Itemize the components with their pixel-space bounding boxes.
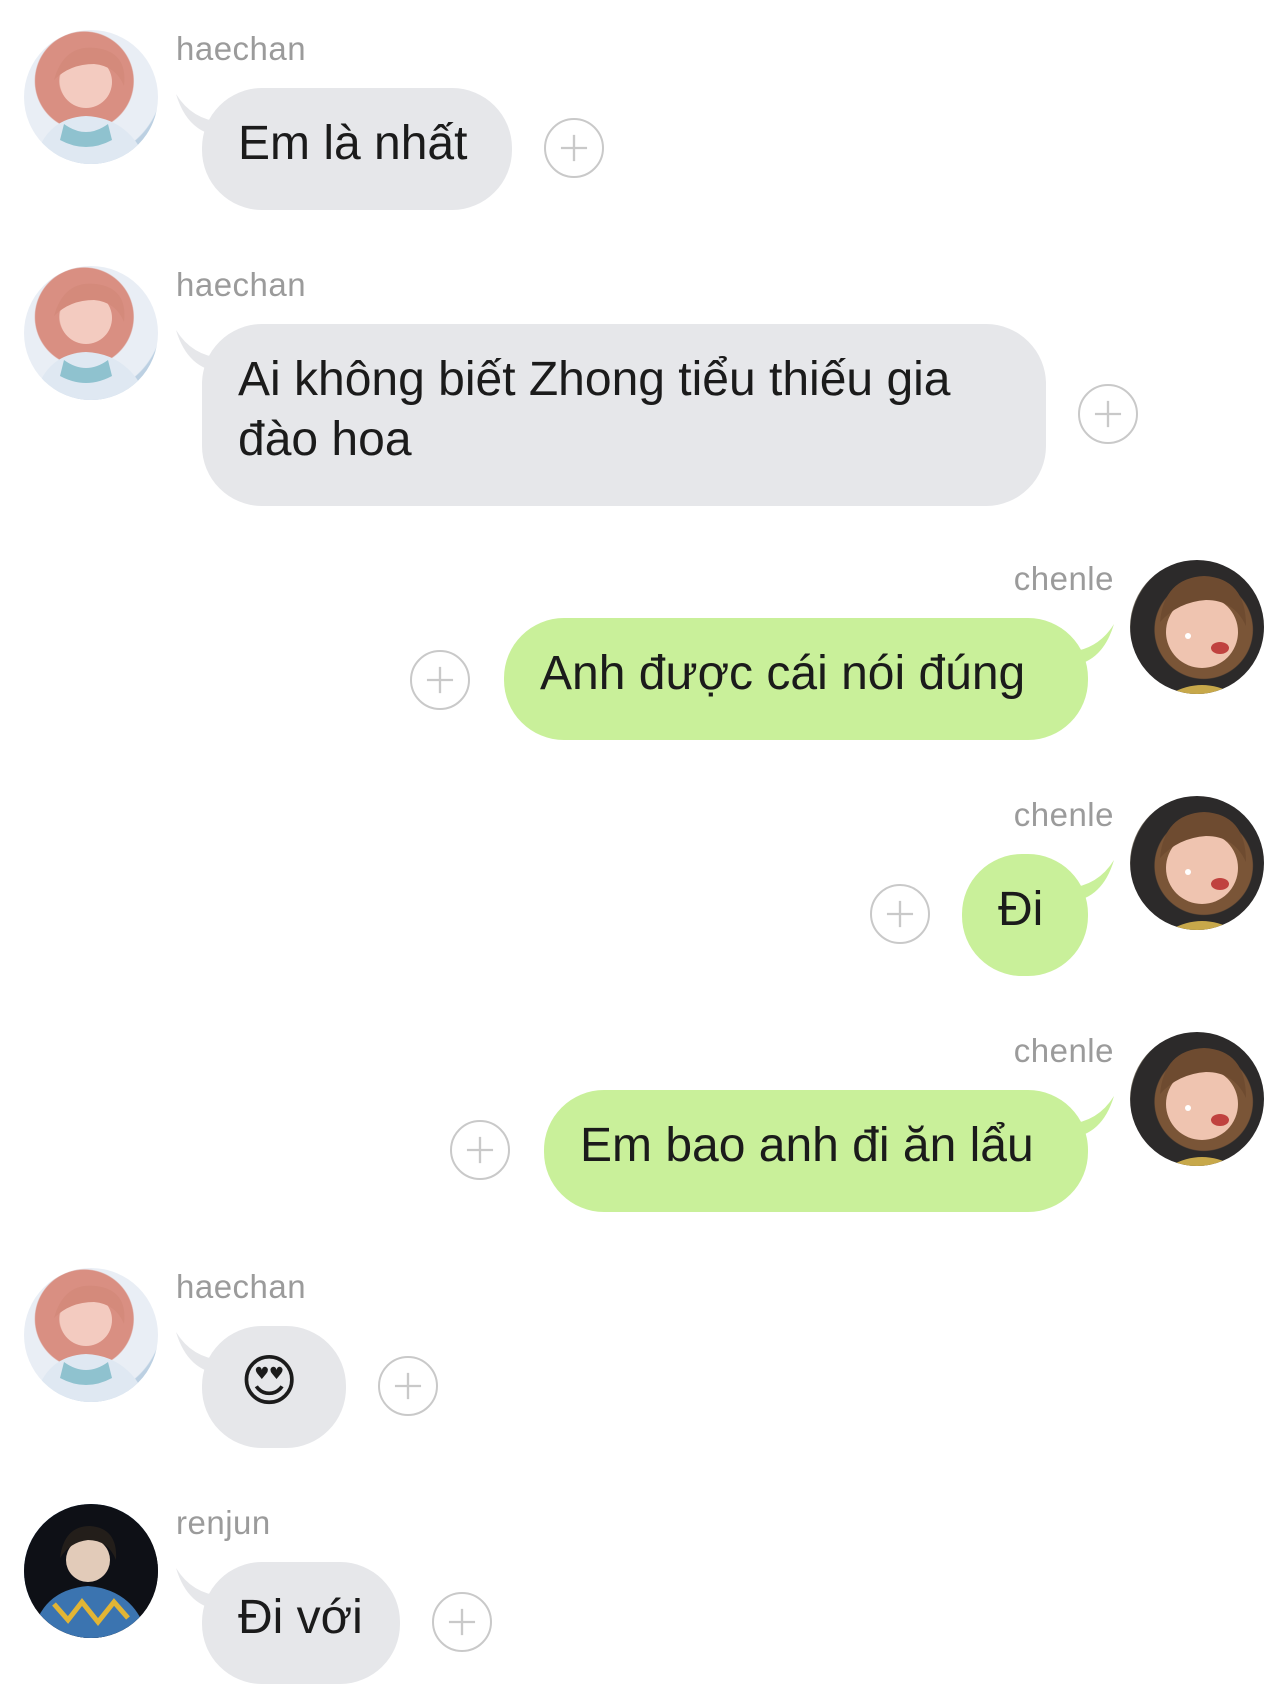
sender-name: chenle (1013, 560, 1114, 597)
message-bubble[interactable]: Đi (962, 854, 1088, 976)
message-bubble[interactable]: Đi với (202, 1562, 400, 1684)
avatar-chenle[interactable] (1130, 560, 1264, 694)
message-text: Anh được cái nói đúng (540, 647, 1026, 700)
sender-name: chenle (1013, 1032, 1114, 1069)
sender-name: haechan (176, 266, 307, 303)
avatar-chenle[interactable] (1130, 796, 1264, 930)
avatar-chenle[interactable] (1130, 1032, 1264, 1166)
plus-circle-icon (448, 1608, 476, 1636)
add-reaction-button[interactable] (1078, 384, 1138, 444)
message-bubble[interactable]: Em là nhất (202, 88, 512, 210)
plus-circle-icon (466, 1136, 494, 1164)
message-bubble[interactable]: Ai không biết Zhong tiểu thiếu gia đào h… (202, 324, 1046, 506)
message-bubble[interactable]: Anh được cái nói đúng (504, 618, 1088, 740)
message-text: Đi với (238, 1591, 363, 1644)
avatar-haechan[interactable] (24, 266, 158, 400)
message-bubble[interactable]: Em bao anh đi ăn lẩu (544, 1090, 1088, 1212)
sender-name: chenle (1013, 796, 1114, 833)
add-reaction-button[interactable] (450, 1120, 510, 1180)
plus-circle-icon (1094, 400, 1122, 428)
sender-name: renjun (176, 1504, 271, 1541)
plus-circle-icon (426, 666, 454, 694)
add-reaction-button[interactable] (378, 1356, 438, 1416)
message-text: Đi (998, 883, 1044, 936)
add-reaction-button[interactable] (544, 118, 604, 178)
plus-circle-icon (394, 1372, 422, 1400)
avatar-haechan[interactable] (24, 1268, 158, 1402)
plus-circle-icon (886, 900, 914, 928)
message-text: Em bao anh đi ăn lẩu (580, 1119, 1034, 1172)
plus-circle-icon (560, 134, 588, 162)
avatar-haechan[interactable] (24, 30, 158, 164)
add-reaction-button[interactable] (870, 884, 930, 944)
sender-name: haechan (176, 30, 307, 67)
message-text: Em là nhất (238, 117, 468, 170)
heart-eyes-emoji: 😍 (240, 1349, 299, 1414)
message-text: Ai không biết Zhong tiểu thiếu gia đào h… (238, 353, 951, 466)
avatar-renjun[interactable] (24, 1504, 158, 1638)
sender-name: haechan (176, 1268, 307, 1305)
add-reaction-button[interactable] (432, 1592, 492, 1652)
add-reaction-button[interactable] (410, 650, 470, 710)
message-bubble[interactable]: 😍 (202, 1326, 346, 1448)
